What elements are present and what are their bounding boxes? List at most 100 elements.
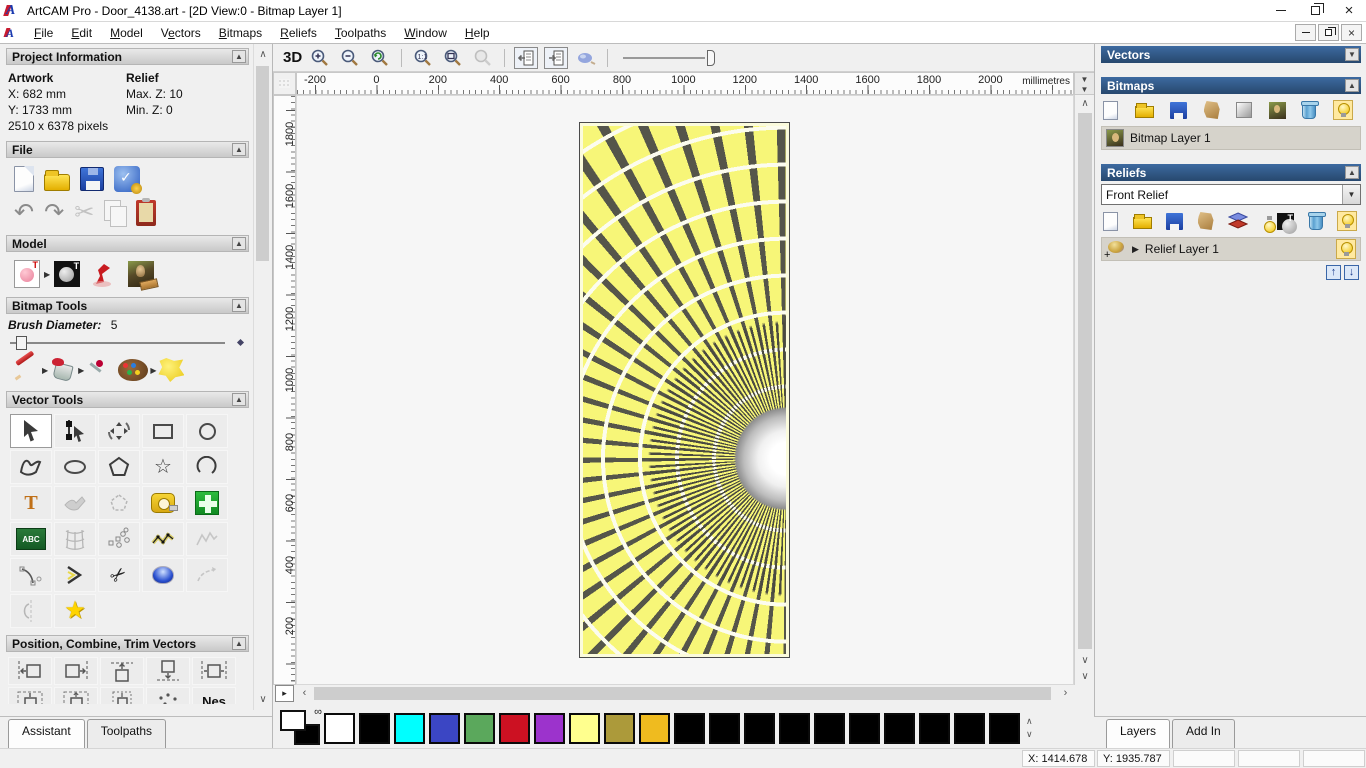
mdi-close-button[interactable]: × xyxy=(1341,24,1362,41)
menu-vectors[interactable]: Vectors xyxy=(152,23,210,43)
document-icon[interactable]: A xyxy=(3,26,19,40)
merge-relief-icon[interactable] xyxy=(1197,212,1214,230)
scrollbar-thumb[interactable] xyxy=(1078,113,1092,649)
pane-toggle-button[interactable]: ▸ xyxy=(275,685,294,702)
cut-icon[interactable]: ✂ xyxy=(74,201,94,225)
scroll-up-icon[interactable]: ∧ xyxy=(254,46,272,63)
pick-colour-icon[interactable] xyxy=(86,358,110,382)
primary-secondary-colour[interactable]: ∞ xyxy=(278,706,324,748)
create-rectangle-tool[interactable] xyxy=(142,414,184,448)
align-top-tool[interactable] xyxy=(100,657,144,685)
mdi-minimize-button[interactable] xyxy=(1295,24,1316,41)
collapse-button[interactable]: ▲ xyxy=(232,393,246,406)
open-file-icon[interactable] xyxy=(44,169,70,191)
paste-centered-tool[interactable] xyxy=(100,687,144,704)
create-polyline-tool[interactable] xyxy=(10,450,52,484)
menu-bitmaps[interactable]: Bitmaps xyxy=(210,23,271,43)
paste-icon[interactable] xyxy=(136,198,157,226)
scroll-right-icon[interactable]: › xyxy=(1057,685,1074,702)
palette-swatch-18[interactable] xyxy=(954,712,985,744)
door-artwork[interactable] xyxy=(579,122,790,658)
palette-swatch-12[interactable] xyxy=(744,712,775,744)
zoom-previous-button[interactable] xyxy=(368,47,392,69)
zoom-1to1-button[interactable]: 1:1 xyxy=(411,47,435,69)
palette-swatch-16[interactable] xyxy=(884,712,915,744)
reduce-colours-icon[interactable] xyxy=(158,358,185,382)
combo-dropdown-button[interactable]: ▼ xyxy=(1342,185,1360,204)
scroll-left-icon[interactable]: ‹ xyxy=(296,685,313,702)
palette-swatch-4[interactable] xyxy=(464,712,495,744)
create-circle-tool[interactable] xyxy=(186,414,228,448)
zoom-fit-button[interactable] xyxy=(441,47,465,69)
slider-handle[interactable] xyxy=(707,49,716,66)
invert-model-icon[interactable] xyxy=(54,261,81,287)
node-editing-tool[interactable] xyxy=(54,414,96,448)
bitmap-layer-row[interactable]: Bitmap Layer 1 xyxy=(1101,126,1361,150)
toggle-3d-view-button[interactable]: 3D xyxy=(283,49,302,66)
scroll-down-icon[interactable]: ∨ xyxy=(1075,668,1095,685)
move-layer-down-button[interactable]: ↓ xyxy=(1344,265,1359,280)
scrollbar-thumb[interactable] xyxy=(314,687,1051,700)
zoom-out-button[interactable] xyxy=(338,47,362,69)
assistant-scrollbar[interactable]: ∧ ∨ xyxy=(253,44,271,710)
palette-swatch-10[interactable] xyxy=(674,712,705,744)
trim-vectors-tool[interactable]: ✂ xyxy=(98,558,140,592)
set-model-size-icon[interactable] xyxy=(114,166,142,194)
palette-swatch-13[interactable] xyxy=(779,712,810,744)
move-layer-up-button[interactable]: ↑ xyxy=(1326,265,1341,280)
wrap-vectors-tool[interactable]: ★ xyxy=(54,594,96,628)
bitmap-layer-name[interactable]: Bitmap Layer 1 xyxy=(1130,131,1356,145)
drawing-canvas[interactable] xyxy=(296,95,1074,685)
slider-thumb[interactable] xyxy=(16,336,27,350)
menu-reliefs[interactable]: Reliefs xyxy=(271,23,326,43)
collapse-button[interactable]: ▲ xyxy=(1345,166,1359,179)
create-star-tool[interactable]: ☆ xyxy=(142,450,184,484)
palette-swatch-17[interactable] xyxy=(919,712,950,744)
center-in-page-tool[interactable] xyxy=(8,687,52,704)
create-arc-tool[interactable] xyxy=(186,450,228,484)
palette-swatch-6[interactable] xyxy=(534,712,565,744)
fit-curves-tool[interactable] xyxy=(186,522,228,556)
palette-swatch-14[interactable] xyxy=(814,712,845,744)
relief-layer-row[interactable]: ▶ Relief Layer 1 xyxy=(1101,237,1361,261)
palette-swatch-2[interactable] xyxy=(394,712,425,744)
distort-vectors-tool[interactable] xyxy=(54,522,96,556)
palette-swatch-9[interactable] xyxy=(639,712,670,744)
zoom-in-button[interactable] xyxy=(308,47,332,69)
texture-relief-icon[interactable] xyxy=(128,261,155,287)
undo-icon[interactable]: ↶ xyxy=(14,201,34,225)
flyout-arrow-icon[interactable]: ▶ xyxy=(150,366,156,375)
menu-window[interactable]: Window xyxy=(395,23,456,43)
copy-icon[interactable] xyxy=(104,200,128,227)
open-relief-layer-icon[interactable] xyxy=(1132,214,1152,229)
collapse-button[interactable]: ▲ xyxy=(232,237,246,250)
merge-bitmap-icon[interactable] xyxy=(1203,101,1220,119)
relief-select-combo[interactable]: Front Relief ▼ xyxy=(1101,184,1361,205)
menu-toolpaths[interactable]: Toolpaths xyxy=(326,23,395,43)
menu-help[interactable]: Help xyxy=(456,23,499,43)
center-combined-tool[interactable] xyxy=(54,687,98,704)
palette-swatch-5[interactable] xyxy=(499,712,530,744)
collapse-button[interactable]: ▲ xyxy=(232,50,246,63)
tab-assistant[interactable]: Assistant xyxy=(8,719,85,748)
transform-vectors-tool[interactable] xyxy=(98,414,140,448)
create-text-block-tool[interactable]: ABC xyxy=(10,522,52,556)
greyscale-icon[interactable] xyxy=(1236,102,1253,118)
toggle-bitmap-visibility-button[interactable] xyxy=(1332,100,1353,120)
align-right-tool[interactable] xyxy=(54,657,98,685)
paste-vectors-tool[interactable] xyxy=(186,486,228,520)
contrast-slider[interactable] xyxy=(623,49,716,67)
palette-scroll-down-icon[interactable]: ∨ xyxy=(1026,730,1033,739)
bitmap-to-relief-icon[interactable] xyxy=(1268,101,1286,119)
mdi-restore-button[interactable] xyxy=(1318,24,1339,41)
canvas-horizontal-scrollbar[interactable]: ‹ › xyxy=(296,685,1074,702)
zoom-object-button[interactable] xyxy=(471,47,495,69)
menu-file[interactable]: File xyxy=(25,23,62,43)
palette-swatch-15[interactable] xyxy=(849,712,880,744)
save-relief-layer-icon[interactable] xyxy=(1166,212,1183,230)
offset-vectors-tool[interactable] xyxy=(98,486,140,520)
wrap-text-tool[interactable] xyxy=(54,486,96,520)
select-vectors-tool[interactable] xyxy=(10,414,52,448)
flyout-arrow-icon[interactable]: ▶ xyxy=(42,366,48,375)
tab-toolpaths[interactable]: Toolpaths xyxy=(86,719,167,748)
